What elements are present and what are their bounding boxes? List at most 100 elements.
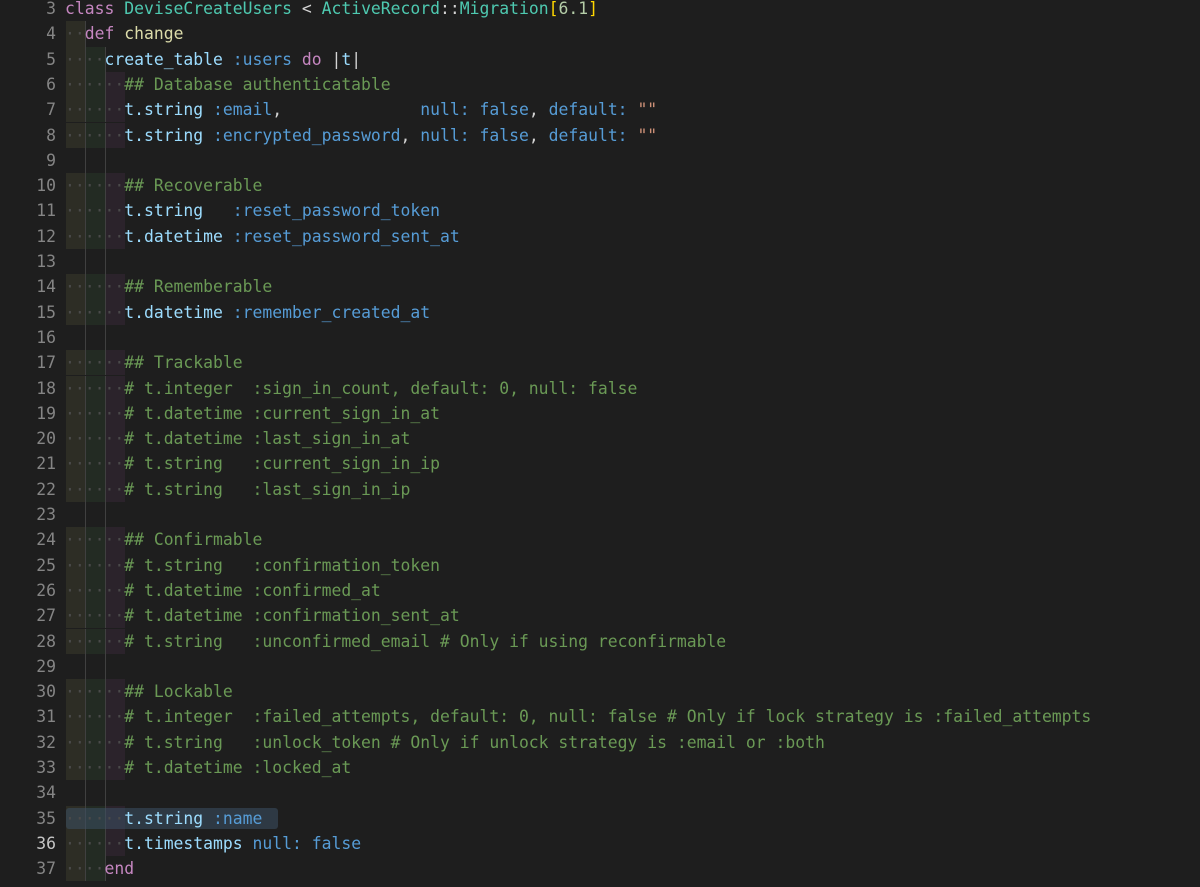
code-text[interactable]: ······t.string :email, null: false, defa… [65, 97, 657, 122]
code-line[interactable]: 8 ······t.string :encrypted_password, nul… [0, 122, 1200, 148]
code-line[interactable]: 30 ······## Lockable [0, 679, 1200, 705]
indent-rule [105, 653, 106, 680]
code-line[interactable]: 31 ······# t.integer :failed_attempts, de… [0, 704, 1200, 730]
code-line[interactable]: 10 ······## Recoverable [0, 173, 1200, 199]
code-line[interactable]: 5 ····create_table :users do |t| [0, 46, 1200, 72]
code-line[interactable]: 19 ······# t.datetime :current_sign_in_at [0, 400, 1200, 427]
code-line[interactable]: 34 [0, 780, 1200, 806]
code-text[interactable]: ······t.timestamps null: false [65, 831, 361, 856]
code-text[interactable]: ······# t.datetime :current_sign_in_at [65, 401, 440, 426]
code-text[interactable]: ······# t.integer :sign_in_count, defaul… [65, 376, 637, 401]
code-token: def [84, 24, 115, 44]
code-text[interactable]: ······t.datetime :reset_password_sent_at [65, 224, 460, 249]
code-line[interactable]: 33 ······# t.datetime :locked_at [0, 755, 1200, 781]
code-text[interactable]: ······## Rememberable [65, 274, 272, 299]
code-text[interactable]: ······# t.datetime :locked_at [65, 755, 351, 780]
code-token: t.timestamps [124, 833, 243, 853]
code-text[interactable]: ······# t.string :last_sign_in_ip [65, 477, 410, 502]
code-text[interactable]: ······# t.integer :failed_attempts, defa… [65, 704, 1091, 729]
code-line[interactable]: 28 ······# t.string :unconfirmed_email # … [0, 628, 1200, 654]
line-number: 20 [36, 429, 56, 449]
code-line[interactable]: 9 [0, 147, 1200, 174]
line-number: 29 [36, 656, 56, 676]
code-text[interactable]: ······# t.datetime :confirmed_at [65, 578, 381, 603]
code-text[interactable]: class DeviseCreateUsers < ActiveRecord::… [65, 0, 598, 21]
code-token: ## Confirmable [124, 530, 263, 550]
code-text[interactable]: ······# t.string :unlock_token # Only if… [65, 730, 825, 755]
code-text[interactable]: ······## Recoverable [65, 173, 262, 198]
code-text[interactable]: ······# t.string :confirmation_token [65, 553, 440, 578]
indent-rule [85, 147, 86, 174]
code-token: "" [637, 125, 658, 145]
code-token: # t.datetime :locked_at [124, 758, 352, 777]
code-token: end [104, 859, 135, 879]
code-text[interactable]: ······## Lockable [65, 679, 233, 704]
code-token: t [341, 49, 352, 69]
code-line[interactable]: 37 ····end [0, 856, 1200, 882]
code-line[interactable]: 3 class DeviseCreateUsers < ActiveRecord:… [0, 0, 1200, 21]
code-text[interactable]: ······# t.string :current_sign_in_ip [65, 451, 440, 476]
code-token: ] [588, 0, 598, 18]
line-number: 23 [36, 505, 56, 524]
code-line[interactable]: 6 ······## Database authenticatable [0, 71, 1200, 98]
whitespace-marker: ···· [65, 859, 105, 879]
code-line[interactable]: 18 ······# t.integer :sign_in_count, defa… [0, 375, 1200, 401]
code-line[interactable]: 4 ··def change [0, 21, 1200, 47]
code-line[interactable]: 15 ······t.datetime :remember_created_at [0, 299, 1200, 325]
whitespace-marker: ······ [65, 682, 125, 702]
code-token: t.string [124, 125, 204, 145]
code-text[interactable]: ······## Database authenticatable [65, 72, 391, 97]
whitespace-marker: ······ [65, 201, 125, 221]
code-line[interactable]: 26 ······# t.datetime :confirmed_at [0, 577, 1200, 604]
code-line[interactable]: 35 ······t.string :name [0, 805, 1200, 831]
code-line[interactable]: 16 [0, 324, 1200, 351]
line-number: 25 [36, 555, 56, 575]
code-text[interactable]: ······t.datetime :remember_created_at [65, 300, 430, 325]
code-line[interactable]: 14 ······## Rememberable [0, 274, 1200, 300]
code-line[interactable]: 12 ······t.datetime :reset_password_sent_… [0, 223, 1200, 249]
line-number: 13 [36, 252, 56, 271]
code-line[interactable]: 36 ······t.timestamps null: false [0, 830, 1200, 857]
whitespace-marker: ······ [65, 555, 125, 575]
code-line[interactable]: 7 ······t.string :email, null: false, def… [0, 97, 1200, 123]
code-line[interactable]: 22 ······# t.string :last_sign_in_ip [0, 476, 1200, 502]
code-token: 6.1 [558, 0, 589, 18]
code-text[interactable]: ······t.string :name [65, 806, 262, 831]
code-line[interactable]: 29 [0, 653, 1200, 680]
code-token: change [124, 24, 184, 44]
code-line[interactable]: 25 ······# t.string :confirmation_token [0, 552, 1200, 578]
code-text[interactable]: ······## Trackable [65, 350, 243, 375]
code-line[interactable]: 11 ······t.string :reset_password_token [0, 198, 1200, 224]
code-line[interactable]: 32 ······# t.string :unlock_token # Only … [0, 729, 1200, 755]
code-text[interactable]: ····end [65, 856, 134, 881]
code-line[interactable]: 20 ······# t.datetime :last_sign_in_at [0, 426, 1200, 452]
code-text[interactable]: ······# t.datetime :confirmation_sent_at [65, 603, 460, 628]
code-text[interactable]: ······t.string :reset_password_token [65, 198, 440, 223]
code-editor[interactable]: 3 class DeviseCreateUsers < ActiveRecord:… [0, 0, 1200, 887]
code-line[interactable]: 27 ······# t.datetime :confirmation_sent_… [0, 603, 1200, 629]
code-text[interactable]: ······## Confirmable [65, 527, 262, 552]
code-text[interactable]: ······# t.string :unconfirmed_email # On… [65, 629, 726, 654]
code-token: t.string [124, 201, 204, 221]
code-token: # t.datetime :current_sign_in_at [124, 403, 440, 423]
line-number: 8 [46, 125, 56, 145]
line-number: 34 [36, 783, 56, 803]
code-line[interactable]: 21 ······# t.string :current_sign_in_ip [0, 451, 1200, 477]
whitespace-marker: ······ [65, 378, 125, 398]
code-line[interactable]: 24 ······## Confirmable [0, 527, 1200, 553]
line-number: 31 [36, 707, 56, 727]
code-token: # t.datetime :confirmed_at [124, 580, 381, 600]
code-text[interactable]: ······# t.datetime :last_sign_in_at [65, 426, 410, 451]
code-line[interactable]: 17 ······## Trackable [0, 350, 1200, 376]
indent-rule [85, 780, 86, 806]
code-token: # t.string :unlock_token # Only if unloc… [124, 732, 825, 752]
code-line[interactable]: 23 [0, 502, 1200, 528]
code-text[interactable]: ······t.string :encrypted_password, null… [65, 123, 657, 148]
code-text[interactable]: ····create_table :users do |t| [65, 47, 361, 72]
line-number: 10 [36, 176, 56, 196]
code-line[interactable]: 13 [0, 249, 1200, 275]
code-text[interactable]: ··def change [65, 21, 183, 46]
